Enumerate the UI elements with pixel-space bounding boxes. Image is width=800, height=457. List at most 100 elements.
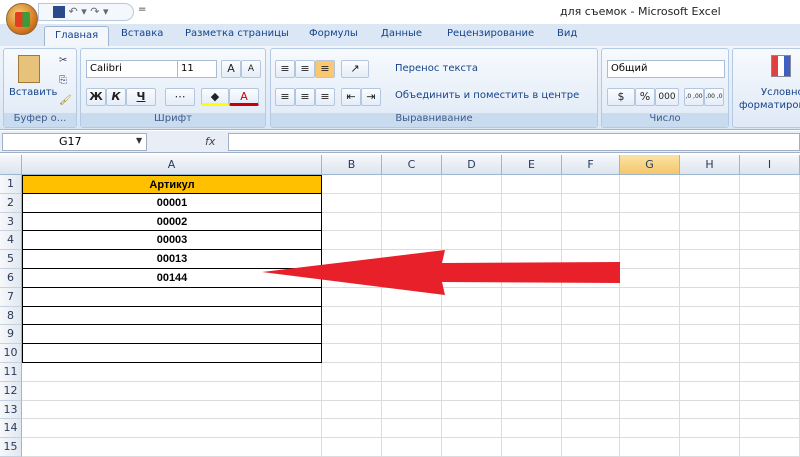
cell-F11[interactable] [562, 363, 620, 382]
cell-H7[interactable] [680, 287, 740, 307]
cell-G12[interactable] [620, 381, 680, 401]
cell-E2[interactable] [502, 193, 562, 213]
row-header-7[interactable]: 7 [0, 287, 22, 307]
cell-D6[interactable] [442, 269, 502, 288]
cell-B13[interactable] [322, 400, 382, 420]
row-header-1[interactable]: 1 [0, 175, 22, 194]
cell-E12[interactable] [502, 381, 562, 401]
cell-C11[interactable] [382, 363, 442, 382]
row-header-4[interactable]: 4 [0, 231, 22, 251]
comma-style-button[interactable]: 000 [655, 88, 679, 106]
cell-B14[interactable] [322, 419, 382, 439]
cell-G8[interactable] [620, 306, 680, 326]
cell-D8[interactable] [442, 306, 502, 326]
cell-D2[interactable] [442, 193, 502, 213]
cell-F10[interactable] [562, 344, 620, 363]
shrink-font-button[interactable]: A [241, 60, 261, 78]
cell-A11[interactable] [22, 363, 322, 382]
cell-B15[interactable] [322, 438, 382, 457]
cell-H15[interactable] [680, 438, 740, 457]
cell-A3[interactable]: 00002 [22, 212, 322, 232]
align-middle-button[interactable]: ≡ [295, 60, 315, 78]
cell-I7[interactable] [740, 287, 800, 307]
cell-A10[interactable] [22, 344, 322, 363]
font-name-select[interactable]: Calibri [86, 60, 178, 78]
cell-H2[interactable] [680, 193, 740, 213]
cell-C14[interactable] [382, 419, 442, 439]
borders-button[interactable]: ⋯ [165, 88, 195, 106]
cell-D15[interactable] [442, 438, 502, 457]
cell-A5[interactable]: 00013 [22, 250, 322, 269]
save-icon[interactable] [53, 6, 65, 18]
cell-D3[interactable] [442, 212, 502, 232]
cell-C4[interactable] [382, 231, 442, 251]
cell-C3[interactable] [382, 212, 442, 232]
cell-F15[interactable] [562, 438, 620, 457]
increase-indent-button[interactable]: ⇥ [361, 88, 381, 106]
number-format-select[interactable]: Общий [607, 60, 725, 78]
cell-F13[interactable] [562, 400, 620, 420]
cell-I13[interactable] [740, 400, 800, 420]
cell-A7[interactable] [22, 287, 322, 307]
cell-E13[interactable] [502, 400, 562, 420]
cell-C8[interactable] [382, 306, 442, 326]
format-painter-icon[interactable]: 🖌 [59, 95, 72, 106]
cell-E15[interactable] [502, 438, 562, 457]
cell-B8[interactable] [322, 306, 382, 326]
name-box[interactable]: G17 [2, 133, 147, 151]
cell-B10[interactable] [322, 344, 382, 363]
paste-button[interactable]: Вставить [9, 87, 57, 98]
cell-B5[interactable] [322, 250, 382, 269]
row-header-14[interactable]: 14 [0, 419, 22, 439]
cell-F9[interactable] [562, 325, 620, 345]
cell-F14[interactable] [562, 419, 620, 439]
cell-C1[interactable] [382, 175, 442, 194]
grow-font-button[interactable]: A [221, 60, 241, 78]
conditional-formatting-label-2[interactable]: форматиров [739, 100, 800, 111]
cell-G2[interactable] [620, 193, 680, 213]
row-header-5[interactable]: 5 [0, 250, 22, 269]
redo-icon[interactable]: ↷ ▾ [90, 5, 108, 18]
cell-B6[interactable] [322, 269, 382, 288]
tab-home[interactable]: Главная [44, 26, 110, 46]
row-header-10[interactable]: 10 [0, 344, 22, 363]
tab-review[interactable]: Рецензирование [447, 28, 534, 39]
column-header-B[interactable]: B [322, 155, 382, 175]
column-header-I[interactable]: I [740, 155, 800, 175]
font-color-button[interactable]: A [229, 88, 259, 106]
cell-B9[interactable] [322, 325, 382, 345]
cell-G15[interactable] [620, 438, 680, 457]
cell-C6[interactable] [382, 269, 442, 288]
cell-G6[interactable] [620, 269, 680, 288]
cell-F6[interactable] [562, 269, 620, 288]
cell-C10[interactable] [382, 344, 442, 363]
cell-E1[interactable] [502, 175, 562, 194]
cell-H6[interactable] [680, 269, 740, 288]
row-header-15[interactable]: 15 [0, 438, 22, 457]
cell-A1[interactable]: Артикул [22, 175, 322, 194]
cell-E11[interactable] [502, 363, 562, 382]
cell-E5[interactable] [502, 250, 562, 269]
cell-C2[interactable] [382, 193, 442, 213]
column-header-F[interactable]: F [562, 155, 620, 175]
cell-H1[interactable] [680, 175, 740, 194]
cell-H12[interactable] [680, 381, 740, 401]
decrease-decimal-button[interactable]: ,00 ,0 [704, 88, 724, 106]
cell-I5[interactable] [740, 250, 800, 269]
cell-I3[interactable] [740, 212, 800, 232]
cell-I9[interactable] [740, 325, 800, 345]
cell-F3[interactable] [562, 212, 620, 232]
cell-I2[interactable] [740, 193, 800, 213]
row-header-9[interactable]: 9 [0, 325, 22, 345]
column-header-G[interactable]: G [620, 155, 680, 175]
align-top-button[interactable]: ≡ [275, 60, 295, 78]
bold-button[interactable]: Ж [86, 88, 106, 106]
cell-E10[interactable] [502, 344, 562, 363]
tab-insert[interactable]: Вставка [121, 28, 163, 39]
paste-icon[interactable] [18, 55, 40, 83]
cell-I8[interactable] [740, 306, 800, 326]
cell-B4[interactable] [322, 231, 382, 251]
column-header-E[interactable]: E [502, 155, 562, 175]
row-header-6[interactable]: 6 [0, 269, 22, 288]
cell-I6[interactable] [740, 269, 800, 288]
